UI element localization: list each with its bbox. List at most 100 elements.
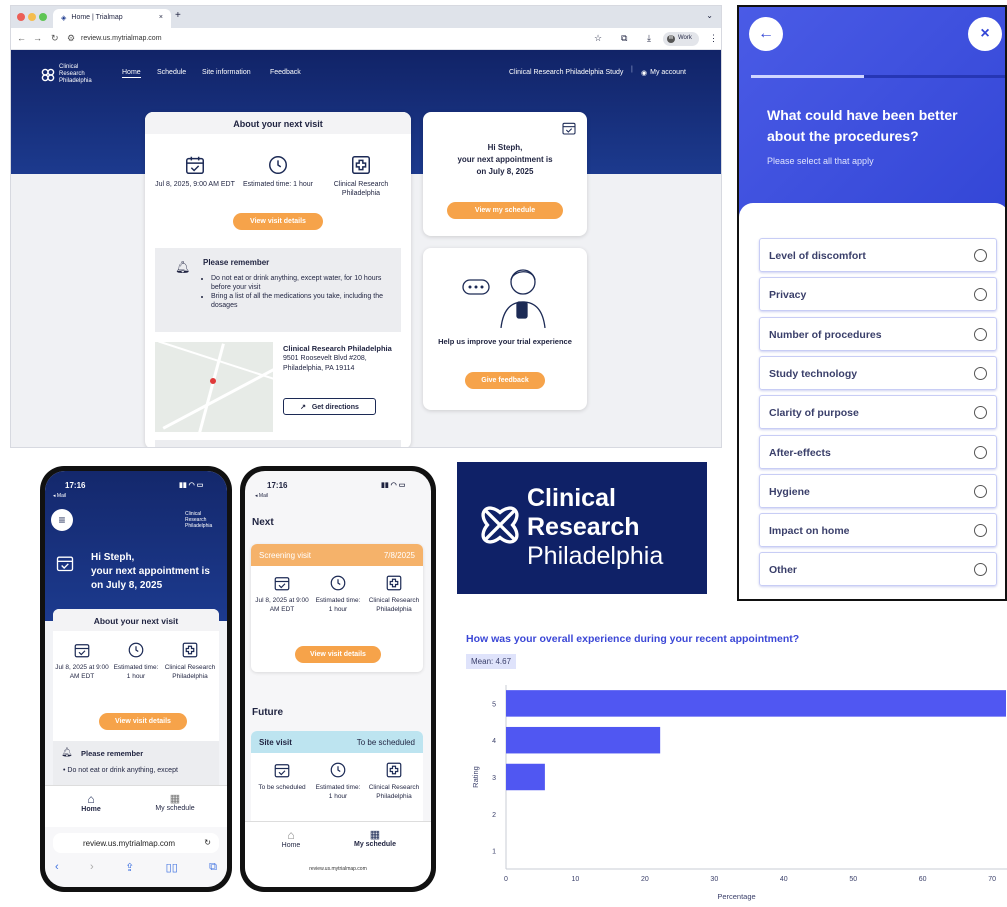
menu-button[interactable]: ≡ xyxy=(51,509,73,531)
forward-icon[interactable]: → xyxy=(33,33,42,43)
site-settings-icon[interactable]: ⚙ xyxy=(67,33,75,44)
view-visit-details-button[interactable]: View visit details xyxy=(99,713,187,730)
survey-option-label: Impact on home xyxy=(769,525,850,538)
radio-circle-icon[interactable] xyxy=(974,366,987,380)
safari-url-text: review.us.mytrialmap.com xyxy=(83,839,176,848)
survey-option[interactable]: Level of discomfort xyxy=(759,238,997,272)
browser-menu-icon[interactable]: ⋮ xyxy=(709,33,718,44)
nav-feedback[interactable]: Feedback xyxy=(270,69,301,76)
extensions-icon[interactable]: ⧉ xyxy=(621,33,627,44)
visit-site-text: Clinical Research Philadelphia xyxy=(368,784,420,800)
minimize-window-dot[interactable] xyxy=(28,13,36,21)
site-visit-card: Site visit To be scheduled To be schedul… xyxy=(251,731,423,831)
survey-option[interactable]: Number of procedures xyxy=(759,316,997,351)
survey-option-label: Study technology xyxy=(769,367,858,380)
page-url: review.us.mytrialmap.com xyxy=(309,866,367,872)
view-my-schedule-button[interactable]: View my schedule xyxy=(447,202,563,219)
forward-icon[interactable]: › xyxy=(90,861,94,874)
close-button[interactable]: × xyxy=(968,17,1002,51)
tab-home[interactable]: ⌂ Home xyxy=(251,828,331,849)
survey-option[interactable]: Clarity of purpose xyxy=(759,395,997,430)
back-to-mail[interactable]: ◂ Mail xyxy=(53,493,66,499)
survey-option[interactable]: Impact on home xyxy=(759,513,997,548)
remember-item: Bring a list of all the medications you … xyxy=(211,292,393,310)
browser-tab-bar: ◈ Home | Trialmap × + ⌄ xyxy=(11,6,721,28)
new-tab-icon[interactable]: + xyxy=(175,10,181,21)
please-remember-box: 🔔︎ Please remember Do not eat or drink a… xyxy=(155,248,401,332)
view-visit-details-button[interactable]: View visit details xyxy=(295,646,381,663)
tab-my-schedule[interactable]: ▦ My schedule xyxy=(335,828,415,848)
back-icon[interactable]: ‹ xyxy=(55,861,59,874)
back-button[interactable]: ← xyxy=(749,17,783,51)
tab-home[interactable]: ⌂ Home xyxy=(51,792,131,813)
safari-url-field[interactable]: review.us.mytrialmap.com ↻ xyxy=(53,833,219,853)
location-map[interactable] xyxy=(155,342,273,432)
back-to-mail[interactable]: ◂ Mail xyxy=(255,493,268,499)
arrow-up-right-icon: ↗ xyxy=(300,404,306,411)
download-icon[interactable]: ⤓ xyxy=(647,33,651,44)
nav-my-account[interactable]: ◉ My account xyxy=(641,69,686,77)
share-icon[interactable]: ⇪ xyxy=(125,861,134,874)
survey-option[interactable]: Privacy xyxy=(759,277,997,312)
tab-list-chevron-icon[interactable]: ⌄ xyxy=(706,11,713,20)
logo-line-1: Clinical xyxy=(59,64,79,70)
survey-option[interactable]: Hygiene xyxy=(759,473,997,508)
phone-screen: 17:16 ◂ Mail ▮▮ ◠ ▭ ≡ Clinical Research … xyxy=(45,471,227,887)
zoom-window-dot[interactable] xyxy=(39,13,47,21)
next-heading: Next xyxy=(252,517,274,528)
reload-icon[interactable]: ↻ xyxy=(51,33,59,44)
reload-icon[interactable]: ↻ xyxy=(204,838,211,847)
close-window-dot[interactable] xyxy=(17,13,25,21)
address-bar: ← → ↻ ⚙ review.us.mytrialmap.com ☆ ⧉ ⤓ W… xyxy=(11,28,721,50)
visit-site-text: Clinical Research Philadelphia xyxy=(333,181,389,197)
site-logo[interactable]: Clinical Research Philadelphia xyxy=(41,64,92,85)
visit-duration-text: Estimated time: 1 hour xyxy=(113,664,159,680)
radio-circle-icon[interactable] xyxy=(974,484,987,498)
clock-icon xyxy=(128,642,144,658)
profile-chip[interactable]: W Work xyxy=(663,32,699,46)
tabs-icon[interactable]: ⧉ xyxy=(209,861,217,874)
give-feedback-button[interactable]: Give feedback xyxy=(465,372,545,389)
radio-circle-icon[interactable] xyxy=(974,524,987,538)
bookmarks-icon[interactable]: ▯▯ xyxy=(166,861,178,874)
x-tick-label: 20 xyxy=(641,876,649,883)
tab-my-schedule[interactable]: ▦ My schedule xyxy=(135,792,215,812)
home-icon: ⌂ xyxy=(287,828,295,842)
survey-option[interactable]: Study technology xyxy=(759,355,997,390)
radio-circle-icon[interactable] xyxy=(974,288,987,302)
y-tick-label: 4 xyxy=(492,738,496,745)
view-visit-details-button[interactable]: View visit details xyxy=(233,213,323,230)
screening-date: 7/8/2025 xyxy=(383,551,415,560)
survey-option[interactable]: After-effects xyxy=(759,434,997,469)
browser-tab[interactable]: ◈ Home | Trialmap × xyxy=(53,9,171,28)
survey-option-label: Clarity of purpose xyxy=(769,407,859,420)
bookmark-star-icon[interactable]: ☆ xyxy=(594,33,602,44)
get-directions-button[interactable]: ↗ Get directions xyxy=(283,398,376,415)
logo-word-research: Research xyxy=(527,513,640,541)
logo-line-3: Philadelphia xyxy=(59,78,92,84)
visit-date-text: Jul 8, 2025 at 9:00 AM EDT xyxy=(55,664,109,680)
back-icon[interactable]: ← xyxy=(17,33,26,43)
url-field[interactable]: review.us.mytrialmap.com xyxy=(81,35,162,42)
nav-home[interactable]: Home xyxy=(122,69,141,78)
visit-date: Jul 8, 2025, 9:00 AM EDT xyxy=(155,154,235,189)
feedback-card: Help us improve your trial experience Gi… xyxy=(423,248,587,410)
radio-circle-icon[interactable] xyxy=(974,563,987,577)
radio-circle-icon[interactable] xyxy=(974,327,987,341)
radio-circle-icon[interactable] xyxy=(974,445,987,459)
greeting-text: Hi Steph, your next appointment is on Ju… xyxy=(423,142,587,178)
radio-circle-icon[interactable] xyxy=(974,249,987,262)
close-tab-icon[interactable]: × xyxy=(159,14,163,23)
survey-option[interactable]: Other xyxy=(759,552,997,587)
visit-duration: Estimated time: 1 hour xyxy=(313,761,363,801)
phone-screen: 17:16 ◂ Mail ▮▮ ◠ ▭ Next Screening visit… xyxy=(245,471,431,887)
visit-duration: Estimated time: 1 hour xyxy=(313,574,363,614)
logo-word-clinical: Clinical xyxy=(527,484,616,512)
radio-circle-icon[interactable] xyxy=(974,406,987,420)
next-visit-card: About your next visit Jul 8, 2025, 9:00 … xyxy=(145,112,411,447)
nav-site-information[interactable]: Site information xyxy=(202,69,251,76)
visit-date: To be scheduled xyxy=(255,761,309,792)
logo-mark-icon xyxy=(481,506,519,544)
profile-label: Work xyxy=(678,35,692,41)
nav-schedule[interactable]: Schedule xyxy=(157,69,186,76)
